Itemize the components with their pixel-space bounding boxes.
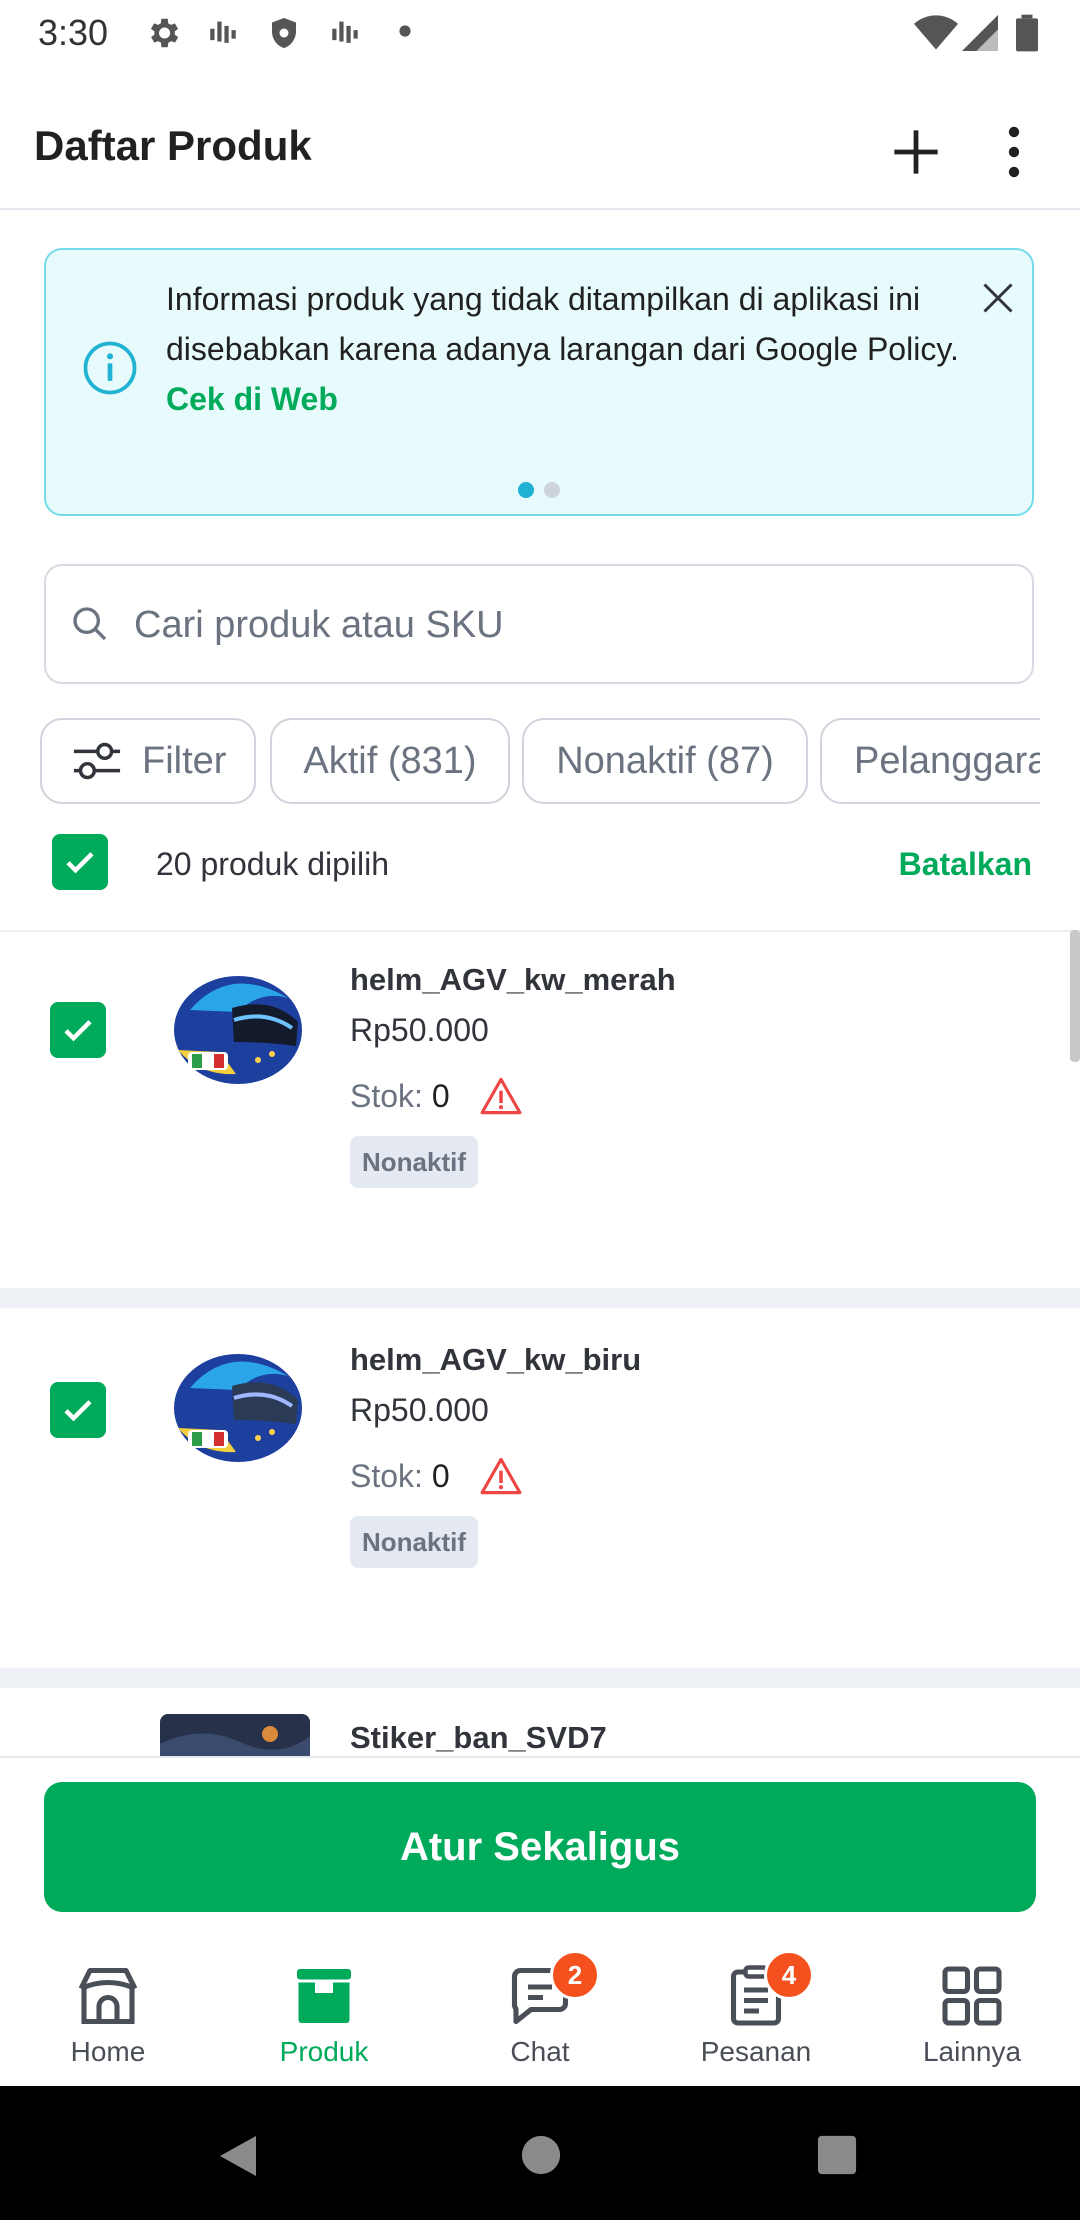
filter-chip-label: Filter [142,739,227,782]
check-web-link[interactable]: Cek di Web [166,381,338,417]
banner-message: Informasi produk yang tidak ditampilkan … [166,281,959,367]
chip-active-label: Aktif (831) [303,739,477,782]
scrollbar[interactable] [1070,930,1080,1062]
product-checkbox[interactable] [50,1002,106,1058]
nav-more-label: Lainnya [922,2036,1022,2067]
back-icon[interactable] [216,2132,260,2180]
product-name: helm_AGV_kw_biru [350,1342,642,1377]
status-bar: 3:30 [0,0,1080,66]
chip-violation-label: Pelanggara [854,739,1040,782]
product-checkbox[interactable] [50,1382,106,1438]
selected-count: 20 produk dipilih [156,846,390,882]
shield-icon [272,18,296,48]
chip-inactive-label: Nonaktif (87) [556,739,774,782]
more-options-button[interactable] [984,112,1044,192]
product-name: Stiker_ban_SVD7 [350,1720,607,1755]
chip-violation[interactable]: Pelanggara [820,718,1040,804]
cell-signal-icon [962,15,998,51]
status-badge: Nonaktif [350,1136,478,1188]
bulk-action-bar: Atur Sekaligus [0,1756,1080,1938]
filter-chips: Filter Aktif (831) Nonaktif (87) Pelangg… [0,716,1040,810]
product-item[interactable]: helm_AGV_kw_biru Rp50.000 Stok: 0 Nonakt… [0,1308,1080,1668]
search-input[interactable] [132,586,996,664]
product-thumbnail [160,1714,310,1756]
warning-icon [480,1077,522,1115]
check-icon [64,1400,92,1422]
selection-bar: 20 produk dipilih Batalkan [0,820,1080,932]
divider [0,1288,1080,1308]
notification-dot-icon [399,25,411,37]
grid-icon [942,1966,1002,2026]
bottom-navigation: Home Produk 2 Chat 4 Pesanan Lainnya [0,1936,1080,2086]
check-icon [66,852,94,874]
product-thumbnail [174,976,302,1084]
nav-products[interactable]: Produk [216,1936,432,2086]
info-icon [83,341,137,395]
nav-home[interactable]: Home [0,1936,216,2086]
product-box-icon [297,1969,351,2023]
product-price: Rp50.000 [350,1012,489,1048]
nav-orders[interactable]: 4 Pesanan [648,1936,864,2086]
store-icon [78,1967,138,2025]
nav-orders-label: Pesanan [700,2036,812,2067]
banner-text: Informasi produk yang tidak ditampilkan … [166,274,966,424]
chat-badge: 2 [550,1950,600,2000]
page-title: Daftar Produk [34,122,312,169]
cancel-selection-button[interactable]: Batalkan [899,846,1032,883]
orders-badge: 4 [764,1950,814,2000]
banner-page-dot [544,482,560,498]
signal-bars-icon [210,21,236,43]
product-price: Rp50.000 [350,1392,489,1428]
settings-icon [150,18,179,48]
system-navigation-bar [0,2086,1080,2220]
home-icon[interactable] [520,2134,562,2176]
recents-icon[interactable] [816,2134,858,2176]
sliders-icon [73,742,121,780]
search-icon [73,607,107,641]
bulk-edit-button[interactable]: Atur Sekaligus [44,1782,1036,1912]
nav-products-label: Produk [279,2036,369,2067]
filter-chip[interactable]: Filter [40,718,256,804]
status-badge: Nonaktif [350,1516,478,1568]
plus-icon [894,130,938,174]
banner-page-dot-active [518,482,534,498]
product-thumbnail [174,1354,302,1462]
check-icon [64,1020,92,1042]
stock-value: 0 [431,1458,450,1494]
divider [0,1668,1080,1688]
status-time: 3:30 [38,12,109,53]
product-name: helm_AGV_kw_merah [350,962,676,997]
app-bar: Daftar Produk [0,66,1080,210]
product-item[interactable]: helm_AGV_kw_merah Rp50.000 Stok: 0 Nonak… [0,932,1080,1288]
info-banner: Informasi produk yang tidak ditampilkan … [44,248,1034,516]
product-item[interactable]: Stiker_ban_SVD7 [0,1688,1080,1756]
warning-icon [480,1457,522,1495]
battery-icon [1016,14,1038,52]
wifi-icon [914,15,958,50]
close-banner-button[interactable] [968,268,1028,328]
chip-active[interactable]: Aktif (831) [270,718,510,804]
nav-chat[interactable]: 2 Chat [432,1936,648,2086]
select-all-checkbox[interactable] [52,834,108,890]
more-vertical-icon [1008,126,1020,178]
product-stock: Stok: 0 [350,1078,450,1115]
search-bar [44,564,1034,684]
nav-home-label: Home [70,2036,146,2067]
nav-more[interactable]: Lainnya [864,1936,1080,2086]
nav-chat-label: Chat [510,2036,570,2067]
add-product-button[interactable] [876,112,956,192]
close-icon [983,283,1013,313]
chip-inactive[interactable]: Nonaktif (87) [522,718,808,804]
stock-value: 0 [431,1078,450,1114]
signal-bars-icon-2 [332,21,358,43]
stock-label: Stok: [350,1458,423,1494]
product-stock: Stok: 0 [350,1458,450,1495]
stock-label: Stok: [350,1078,423,1114]
